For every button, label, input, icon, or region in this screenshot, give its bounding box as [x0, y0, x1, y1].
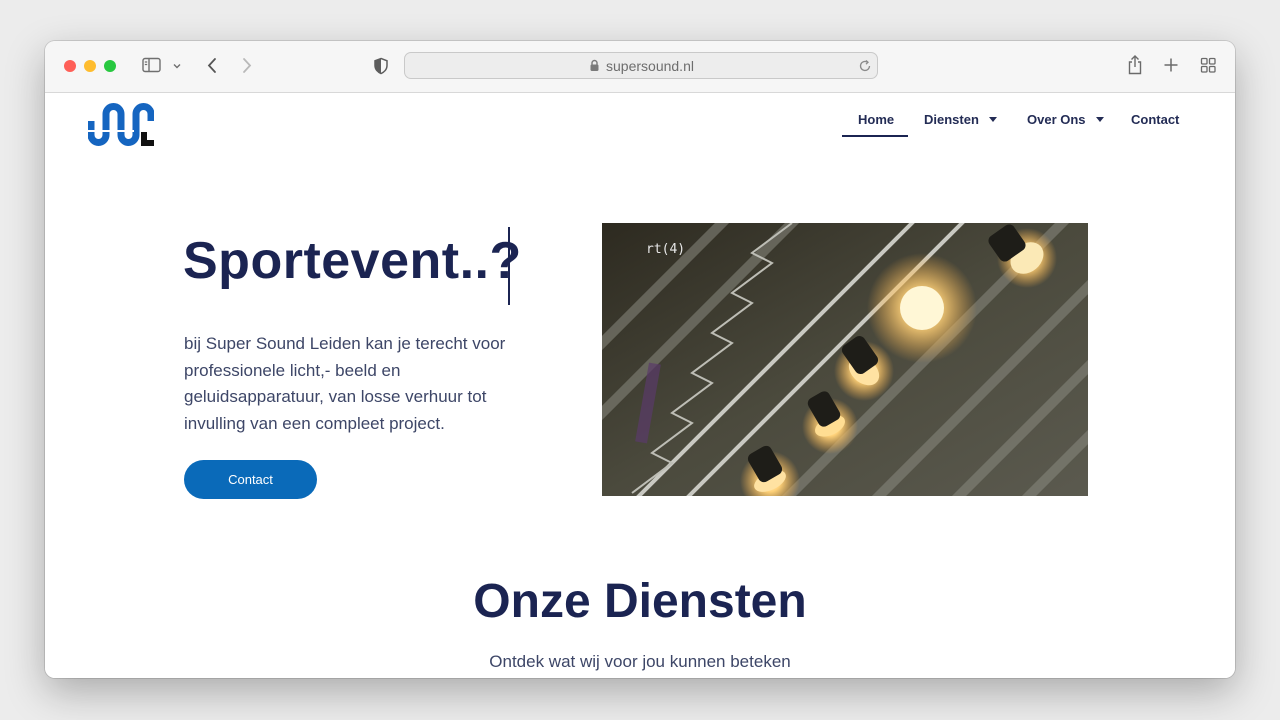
- browser-toolbar: supersound.nl: [45, 41, 1235, 93]
- plus-icon[interactable]: [1163, 57, 1179, 73]
- typing-cursor: [508, 227, 510, 305]
- nav-contact[interactable]: Contact: [1131, 112, 1179, 127]
- back-icon[interactable]: [205, 57, 219, 74]
- contact-button[interactable]: Contact: [184, 460, 317, 499]
- address-bar[interactable]: supersound.nl: [404, 52, 878, 79]
- image-overlay-text: rt(4): [646, 242, 685, 257]
- tabs-grid-icon[interactable]: [1200, 57, 1217, 74]
- web-page: Home Diensten Over Ons Contact Sporteven…: [45, 93, 1235, 678]
- hero-description: bij Super Sound Leiden kan je terecht vo…: [184, 334, 506, 433]
- shield-icon[interactable]: [373, 57, 389, 75]
- minimize-window-button[interactable]: [84, 60, 96, 72]
- services-title: Onze Diensten: [473, 575, 807, 628]
- share-icon[interactable]: [1126, 54, 1144, 76]
- reload-icon[interactable]: [857, 58, 873, 74]
- hero-title: Sportevent..?: [183, 232, 522, 290]
- browser-window: supersound.nl Home Diensten Over Ons Con…: [45, 41, 1235, 678]
- sidebar-icon[interactable]: [142, 57, 162, 74]
- nav-diensten-label: Diensten: [924, 112, 979, 127]
- caret-down-icon: [988, 117, 997, 122]
- stage-lights-image: rt(4): [602, 223, 1088, 496]
- nav-home[interactable]: Home: [858, 112, 894, 127]
- forward-icon[interactable]: [240, 57, 254, 74]
- nav-over-ons[interactable]: Over Ons: [1027, 112, 1104, 127]
- nav-over-ons-label: Over Ons: [1027, 112, 1086, 127]
- super-sound-logo[interactable]: [88, 101, 154, 147]
- zoom-window-button[interactable]: [104, 60, 116, 72]
- services-subtitle: Ontdek wat wij voor jou kunnen beteken: [489, 652, 791, 671]
- chevron-down-icon[interactable]: [172, 61, 182, 71]
- close-window-button[interactable]: [64, 60, 76, 72]
- nav-active-indicator: [842, 135, 908, 137]
- url-text: supersound.nl: [606, 58, 694, 74]
- nav-diensten[interactable]: Diensten: [924, 112, 997, 127]
- caret-down-icon: [1095, 117, 1104, 122]
